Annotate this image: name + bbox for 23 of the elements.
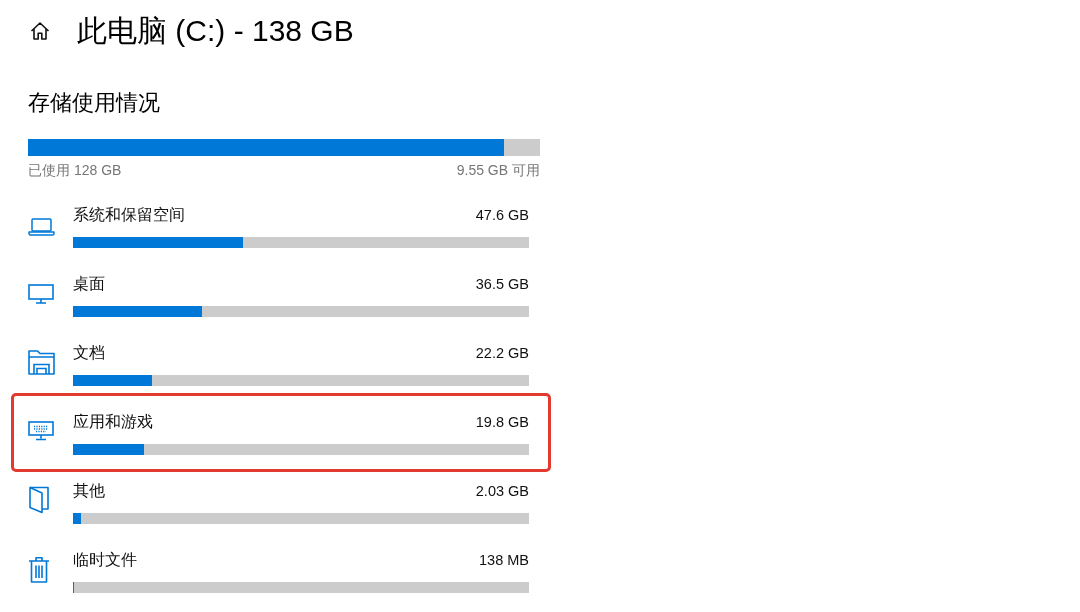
category-name: 临时文件 <box>73 549 137 570</box>
free-space-label: 9.55 GB 可用 <box>456 161 540 180</box>
category-size: 47.6 GB <box>475 207 529 223</box>
category-size: 36.5 GB <box>475 276 529 292</box>
category-name: 系统和保留空间 <box>73 204 185 225</box>
category-name: 桌面 <box>73 273 105 294</box>
section-heading: 存储使用情况 <box>28 89 161 117</box>
category-name: 其他 <box>73 480 105 501</box>
category-name: 文档 <box>73 342 105 363</box>
category-size: 22.2 GB <box>475 345 529 361</box>
folded-page-icon <box>28 486 50 514</box>
category-size: 19.8 GB <box>475 414 529 430</box>
laptop-icon <box>28 218 55 236</box>
category-size: 2.03 GB <box>475 483 529 499</box>
monitor-icon <box>28 284 54 304</box>
trash-icon <box>28 556 50 584</box>
folder-icon <box>28 349 55 375</box>
keyboard-screen-icon <box>28 421 54 441</box>
used-space-label: 已使用 128 GB <box>28 161 122 180</box>
page-title: 此电脑 (C:) - 138 GB <box>77 13 354 49</box>
home-icon[interactable] <box>30 21 50 41</box>
category-size: 138 MB <box>479 552 529 568</box>
category-name: 应用和游戏 <box>73 411 153 432</box>
